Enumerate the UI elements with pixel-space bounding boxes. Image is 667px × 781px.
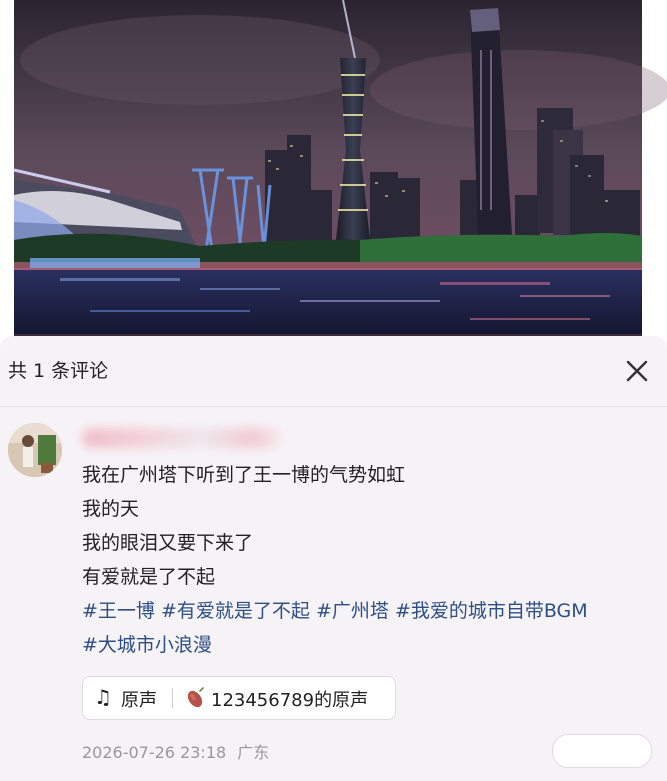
hashtag-line: #大城市小浪漫 (82, 628, 588, 662)
comment-meta: 2026-07-26 23:18 广东 (82, 739, 269, 763)
comment-line: 有爱就是了不起 (82, 566, 216, 588)
original-sound-label: 原声 (121, 690, 157, 711)
close-icon[interactable] (620, 354, 654, 388)
comment-timestamp: 2026-07-26 23:18 (82, 743, 227, 762)
username-blurred[interactable] (82, 428, 282, 448)
hashtag-link[interactable]: #有爱就是了不起 (161, 600, 310, 622)
music-note-icon: ♫ (94, 685, 112, 709)
hashtag-link[interactable]: #我爱的城市自带BGM (395, 600, 588, 622)
post-photo[interactable] (0, 0, 667, 336)
original-sound-chip[interactable]: ♫ 原声 123456789的原声 (82, 676, 396, 720)
comments-panel: 共 1 条评论 我在广州塔下听到了王一博的气势如虹 我的天 我的眼泪又要下来了 … (0, 336, 667, 781)
comment-line: 我在广州塔下听到了王一博的气势如虹 (82, 464, 406, 486)
comment-actions-pill[interactable] (552, 734, 652, 768)
comments-count-title: 共 1 条评论 (8, 360, 109, 382)
avatar[interactable] (8, 423, 62, 477)
comments-header: 共 1 条评论 (0, 336, 667, 407)
hashtag-line: #王一博 #有爱就是了不起 #广州塔 #我爱的城市自带BGM (82, 594, 588, 628)
hashtag-link[interactable]: #大城市小浪漫 (82, 634, 212, 656)
hashtag-link[interactable]: #广州塔 (316, 600, 389, 622)
chip-divider (172, 688, 173, 708)
sweet-potato-icon (183, 686, 207, 710)
comment-body: 我在广州塔下听到了王一博的气势如虹 我的天 我的眼泪又要下来了 有爱就是了不起 … (82, 458, 588, 662)
comment-line: 我的眼泪又要下来了 (82, 532, 254, 554)
comment-line: 我的天 (82, 498, 140, 520)
hashtag-link[interactable]: #王一博 (82, 600, 155, 622)
comment-location: 广东 (237, 743, 270, 762)
night-skyline-image (13, 0, 667, 336)
sound-source-label: 123456789的原声 (211, 690, 369, 711)
